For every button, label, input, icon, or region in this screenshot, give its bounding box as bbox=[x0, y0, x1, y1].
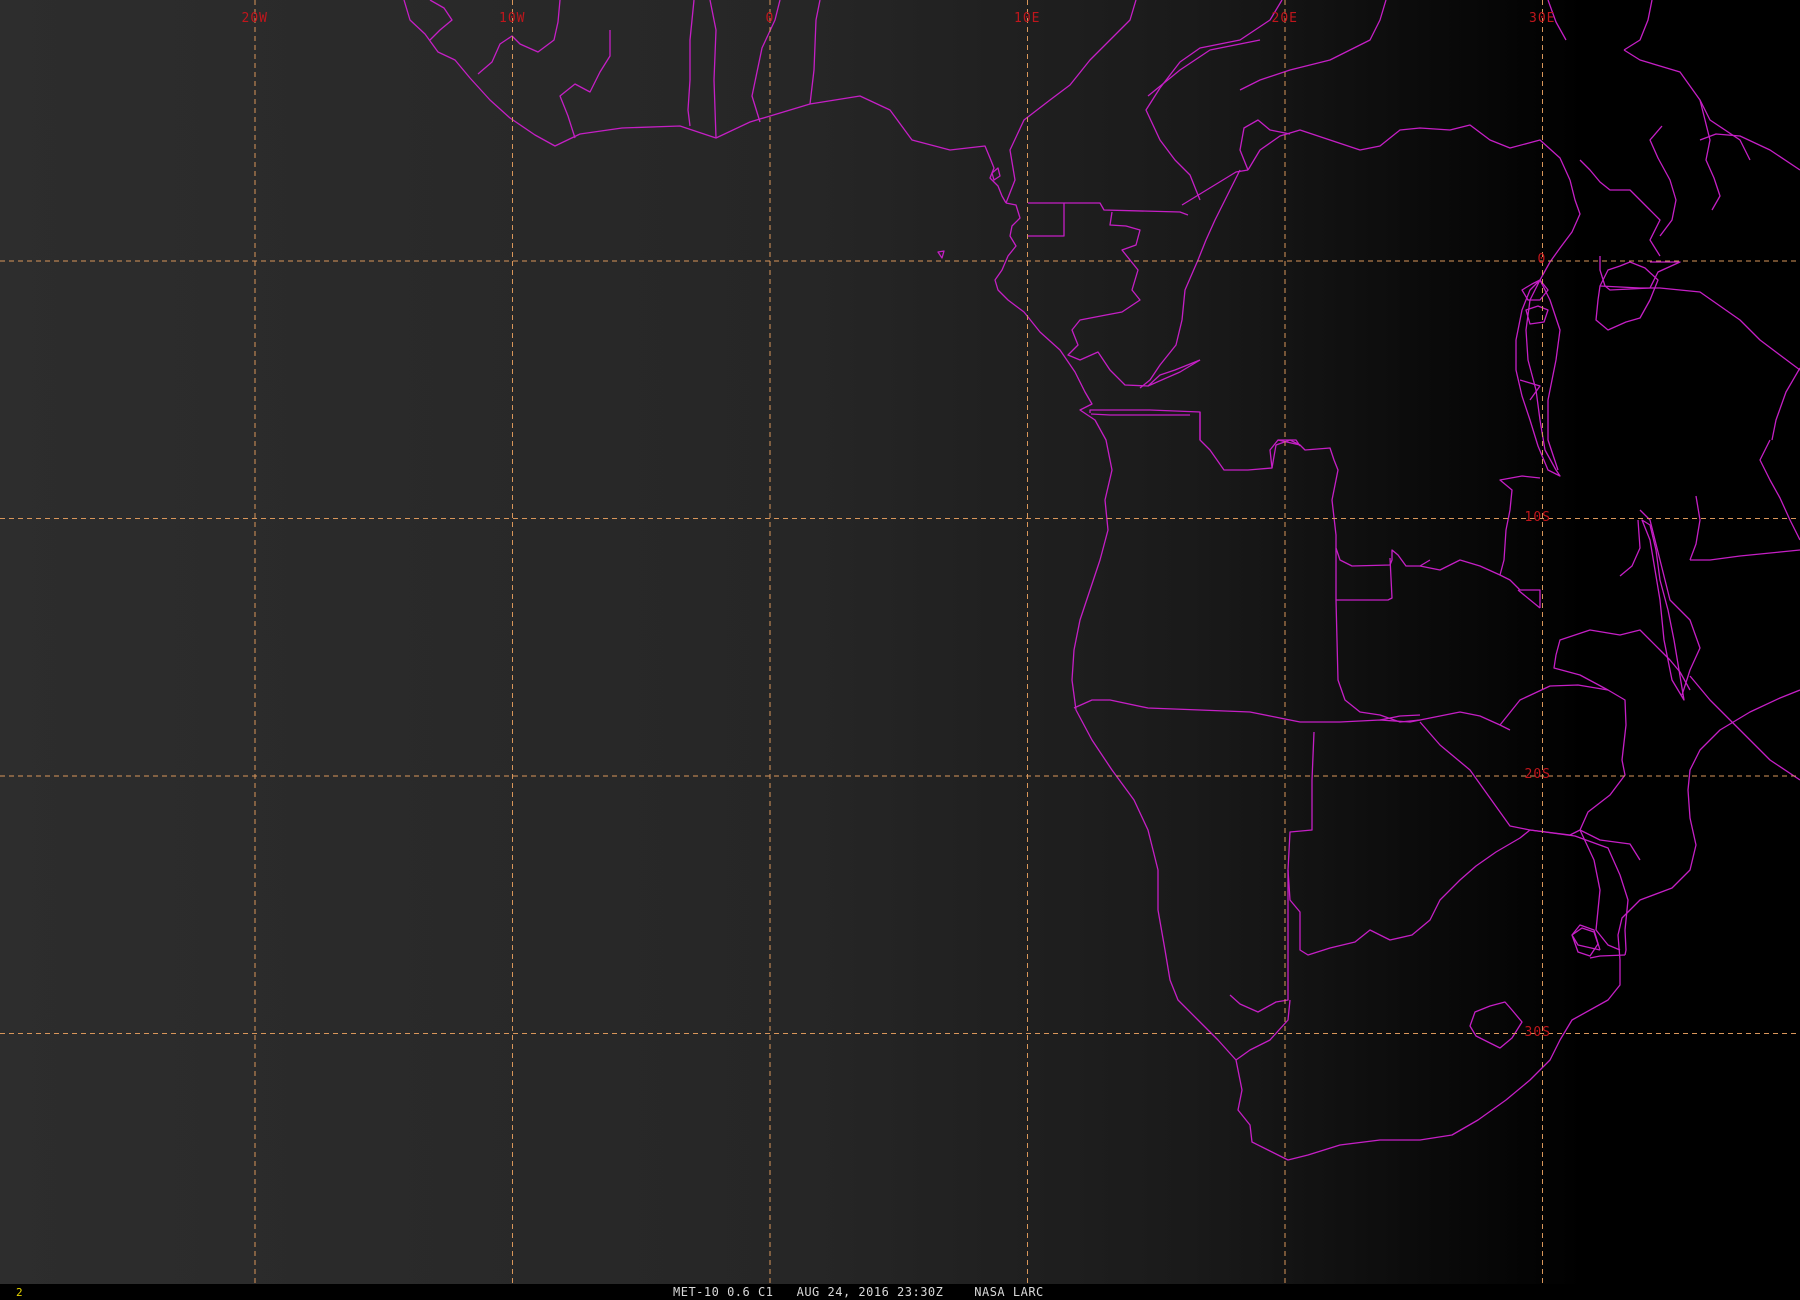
longitude-label: 10E bbox=[1014, 11, 1041, 26]
longitude-label: 10W bbox=[499, 11, 526, 26]
longitude-label: 30E bbox=[1529, 11, 1556, 26]
image-caption: MET-10 0.6 C1 AUG 24, 2016 23:30Z NASA L… bbox=[673, 1285, 1044, 1299]
frame-number: 2 bbox=[16, 1286, 23, 1299]
latitude-label: 20S bbox=[1524, 767, 1551, 782]
longitude-label: 20E bbox=[1271, 11, 1298, 26]
latitude-label: 10S bbox=[1524, 509, 1551, 525]
longitude-label: 0 bbox=[765, 11, 775, 26]
earth-disk-background bbox=[0, 0, 1800, 1284]
longitude-label: 20W bbox=[241, 11, 268, 26]
satellite-image-viewer: 20W 10W 0 10E 20E 30E 0 10S 20S 30S 2 MET-10 0.6 … bbox=[0, 0, 1800, 1300]
satellite-map bbox=[0, 0, 1800, 1284]
latitude-label: 30S bbox=[1524, 1024, 1551, 1040]
latitude-label: 0 bbox=[1537, 252, 1547, 267]
